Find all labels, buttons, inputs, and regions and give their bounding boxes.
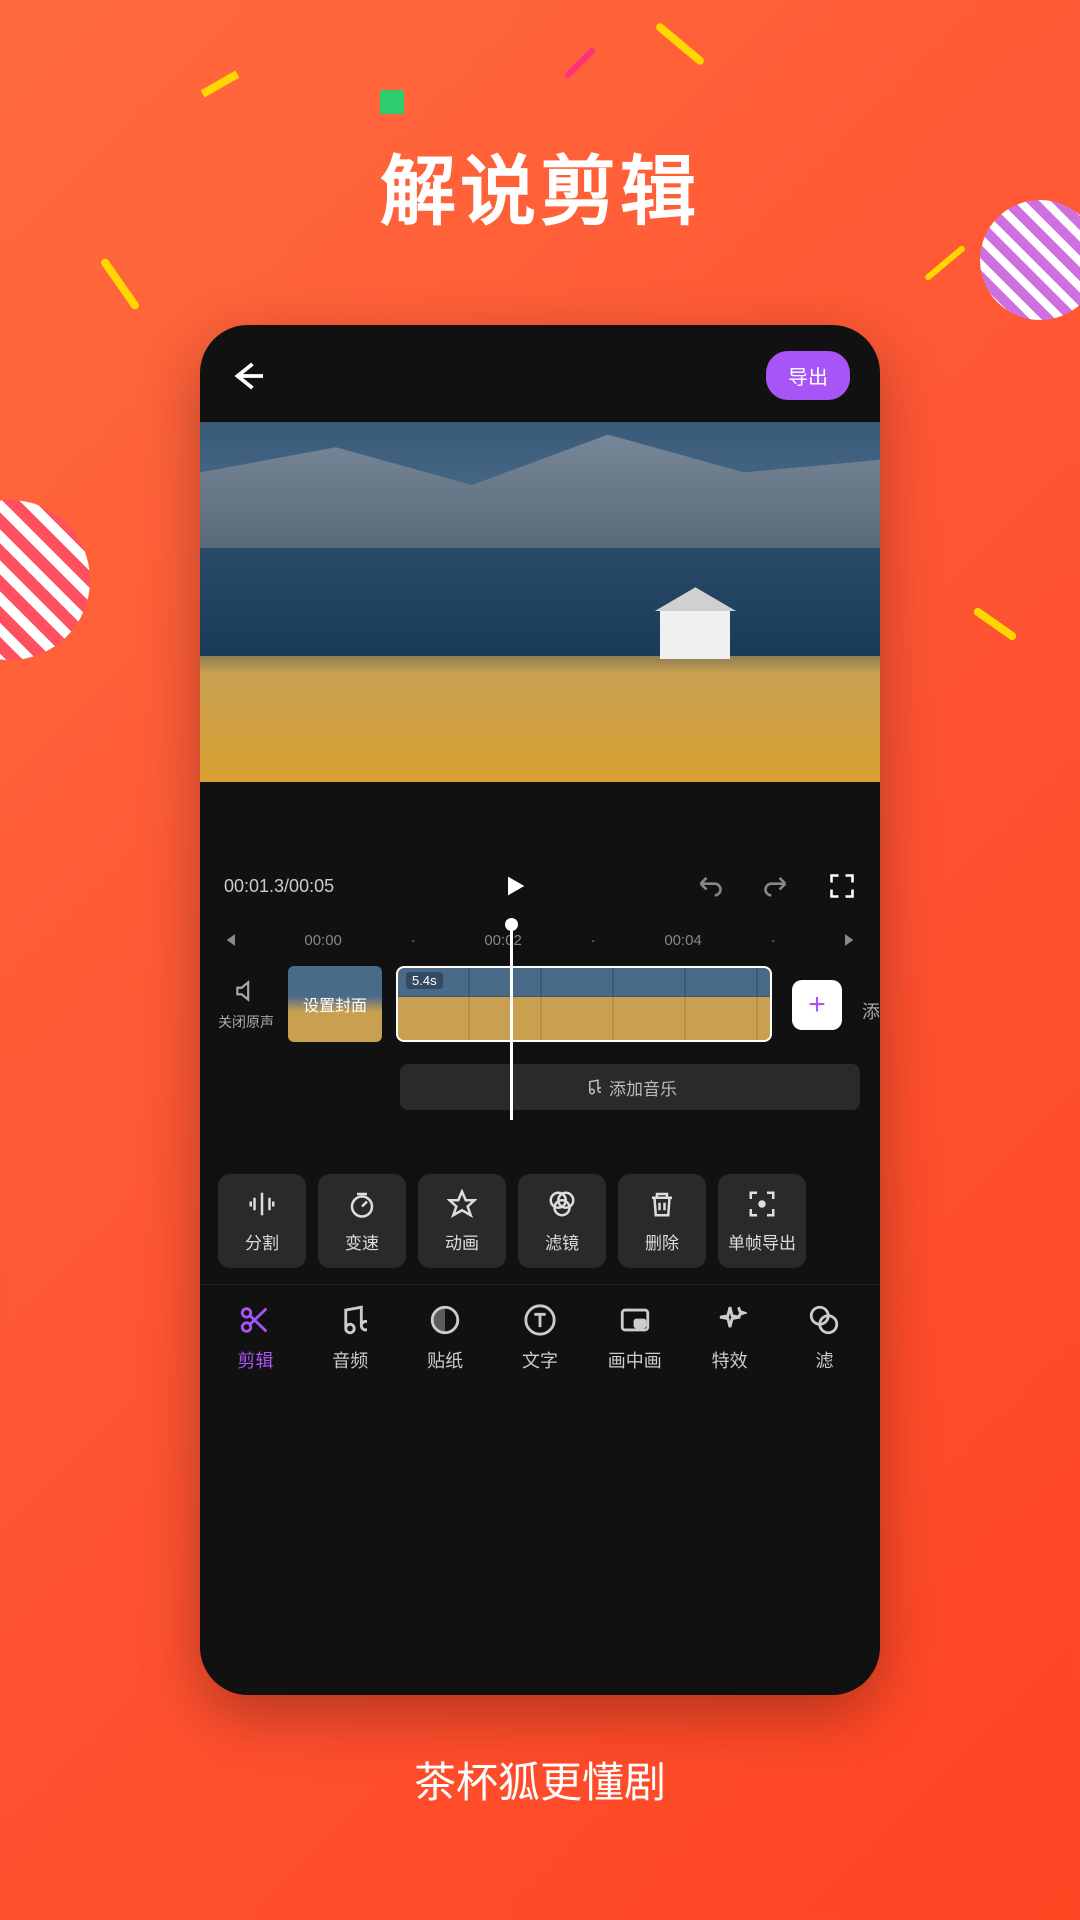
mute-label: 关闭原声 [218,1012,274,1032]
focus-icon [747,1189,777,1219]
ruler-mark: 00:02 [484,932,522,949]
tab-label: 特效 [712,1347,748,1373]
tool-label: 删除 [645,1229,679,1254]
video-preview[interactable] [200,422,880,782]
phone-device: 导出 00:01.3/00:05 00:00 [200,325,880,1695]
clip-duration-label: 5.4s [406,972,443,989]
mute-original-button[interactable]: 关闭原声 [218,966,274,1032]
tab-pip[interactable]: 画中画 [590,1303,680,1373]
tool-anim[interactable]: 动画 [418,1174,506,1268]
tool-delete[interactable]: 删除 [618,1174,706,1268]
tool-label: 单帧导出 [728,1229,796,1254]
ruler-mark: 00:04 [664,932,702,949]
tab-edit[interactable]: 剪辑 [210,1303,300,1373]
music-note-icon [583,1078,601,1096]
ruler-dot: · [591,932,596,949]
add-music-button[interactable]: 添加音乐 [400,1064,860,1110]
tab-label: 滤 [815,1347,833,1373]
ball-decoration [980,200,1080,320]
add-clip-label: 添 [856,998,880,1024]
split-icon [247,1189,277,1219]
tagline: 茶杯狐更懂剧 [414,1749,666,1810]
ruler-dot: · [411,932,416,949]
star-icon [447,1189,477,1219]
fullscreen-button[interactable] [828,872,856,900]
skip-start-icon[interactable] [220,930,240,950]
tool-split[interactable]: 分割 [218,1174,306,1268]
tab-filter2[interactable]: 滤 [779,1303,869,1373]
tool-label: 滤镜 [545,1229,579,1254]
confetti-decoration [972,606,1018,641]
tab-label: 音频 [332,1347,368,1373]
scissors-icon [238,1303,272,1337]
tab-sticker[interactable]: 贴纸 [400,1303,490,1373]
playhead[interactable] [510,928,513,1120]
trash-icon [647,1189,677,1219]
tool-filter[interactable]: 滤镜 [518,1174,606,1268]
confetti-decoration [564,47,597,80]
bottom-tabs: 剪辑 音频 贴纸 文字 画中画 特效 滤 [200,1284,880,1395]
tab-audio[interactable]: 音频 [305,1303,395,1373]
back-button[interactable] [230,358,266,394]
circle-icon [428,1303,462,1337]
confetti-decoration [654,22,705,67]
playback-time: 00:01.3/00:05 [224,876,334,897]
confetti-decoration [100,257,141,311]
hero-title: 解说剪辑 [380,130,700,240]
tab-label: 贴纸 [427,1347,463,1373]
tab-text[interactable]: 文字 [495,1303,585,1373]
tool-frame[interactable]: 单帧导出 [718,1174,806,1268]
set-cover-button[interactable]: 设置封面 [288,966,382,1042]
ruler-dot: · [771,932,776,949]
confetti-decoration [201,71,240,98]
tool-speed[interactable]: 变速 [318,1174,406,1268]
ruler-mark: 00:00 [304,932,342,949]
plus-icon: + [808,988,826,1022]
tab-label: 文字 [522,1347,558,1373]
dots-icon [807,1303,841,1337]
venn-icon [547,1189,577,1219]
music-icon [333,1303,367,1337]
tab-label: 画中画 [608,1347,662,1373]
pip-icon [618,1303,652,1337]
confetti-decoration [380,90,404,114]
tool-label: 变速 [345,1229,379,1254]
sparkle-icon [713,1303,747,1337]
tab-fx[interactable]: 特效 [685,1303,775,1373]
tool-label: 动画 [445,1229,479,1254]
video-clip[interactable]: 5.4s [396,966,772,1042]
undo-button[interactable] [696,872,724,900]
timeline-area[interactable]: 关闭原声 设置封面 5.4s + 添 [200,958,880,1050]
speaker-icon [233,978,259,1004]
playback-controls: 00:01.3/00:05 [200,782,880,916]
editor-top-bar: 导出 [200,325,880,422]
export-button[interactable]: 导出 [766,351,850,400]
add-clip-button[interactable]: + [792,980,842,1030]
tab-label: 剪辑 [237,1347,273,1373]
confetti-decoration [924,245,966,282]
tool-label: 分割 [245,1229,279,1254]
add-music-label: 添加音乐 [609,1075,677,1100]
play-button[interactable] [501,872,529,900]
ball-decoration [0,500,90,660]
redo-button[interactable] [762,872,790,900]
skip-end-icon[interactable] [840,930,860,950]
text-icon [523,1303,557,1337]
timeline-ruler: 00:00 · 00:02 · 00:04 · [200,916,880,958]
speed-icon [347,1189,377,1219]
edit-tools-row: 分割 变速 动画 滤镜 删除 单帧导出 [200,1124,880,1284]
